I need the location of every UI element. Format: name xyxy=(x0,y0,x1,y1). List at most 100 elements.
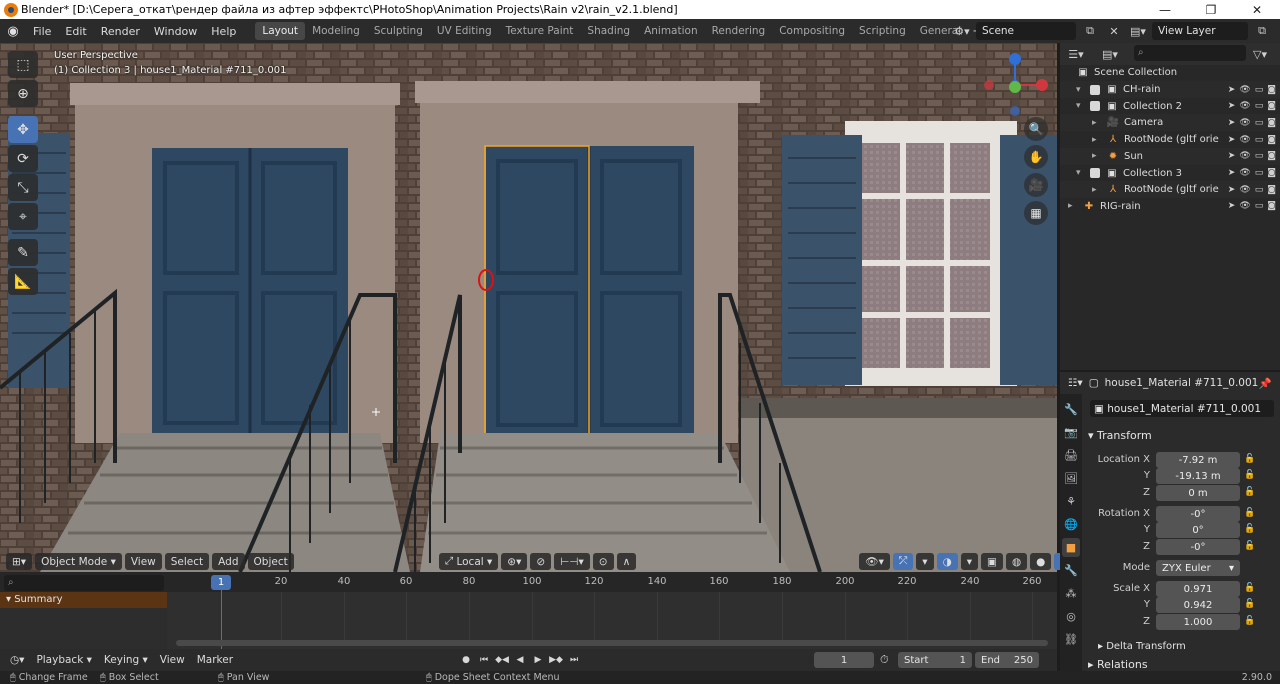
eye-icon[interactable]: 👁 xyxy=(1239,135,1250,145)
display-mode-icon[interactable]: ▤▾ xyxy=(1100,45,1120,63)
close-button[interactable]: ✕ xyxy=(1234,0,1280,19)
play-reverse-icon[interactable]: ◀ xyxy=(512,653,528,667)
tab-uv-editing[interactable]: UV Editing xyxy=(430,22,499,40)
disclosure-arrow-icon[interactable]: ▸ xyxy=(1092,135,1102,145)
timeline-search-input[interactable]: ⌕ xyxy=(4,575,164,591)
tab-layout[interactable]: Layout xyxy=(255,22,306,40)
disclosure-arrow-icon[interactable]: ▾ xyxy=(1076,168,1086,178)
eye-icon[interactable]: 👁 xyxy=(1239,85,1250,95)
next-keyframe-icon[interactable]: ▶◆ xyxy=(548,653,564,667)
scale-y-lock-icon[interactable]: 🔓 xyxy=(1244,599,1255,609)
disclosure-arrow-icon[interactable]: ▸ xyxy=(1092,118,1102,128)
exclude-checkbox[interactable] xyxy=(1090,101,1100,112)
camera-render-icon[interactable]: ◙ xyxy=(1267,201,1276,211)
viewport-disable-icon[interactable]: ▭ xyxy=(1255,85,1264,95)
cursor-tool-icon[interactable]: ⊕ xyxy=(8,80,38,107)
pin-icon[interactable]: 📌 xyxy=(1259,377,1272,390)
tab-sculpting[interactable]: Sculpting xyxy=(367,22,430,40)
outliner-row[interactable]: ▸ ⅄ RootNode (gltf orie ➤ 👁 ▭ ◙ xyxy=(1060,181,1280,199)
prev-keyframe-icon[interactable]: ◆◀ xyxy=(494,653,510,667)
select-arrow-icon[interactable]: ➤ xyxy=(1228,135,1236,145)
measure-tool-icon[interactable]: 📐 xyxy=(8,268,38,295)
exclude-checkbox[interactable] xyxy=(1090,84,1100,95)
eye-icon[interactable]: 👁 xyxy=(1239,118,1250,128)
exclude-checkbox[interactable] xyxy=(1090,168,1100,178)
outliner-search-input[interactable]: ⌕ xyxy=(1134,45,1246,61)
select-arrow-icon[interactable]: ➤ xyxy=(1228,185,1236,195)
rotation-y-field[interactable]: 0° xyxy=(1156,522,1240,538)
select-arrow-icon[interactable]: ➤ xyxy=(1228,201,1236,211)
auto-key-icon[interactable]: ● xyxy=(458,653,474,667)
snap-settings-icon[interactable]: ⊢⊣▾ xyxy=(554,553,590,570)
3d-viewport[interactable]: User Perspective (1) Collection 3 | hous… xyxy=(0,43,1057,572)
camera-render-icon[interactable]: ◙ xyxy=(1267,118,1276,128)
select-menu[interactable]: Select xyxy=(164,553,210,570)
constraints-tab-icon[interactable]: ⛓ xyxy=(1062,630,1080,649)
disclosure-arrow-icon[interactable]: ▸ xyxy=(1092,185,1102,195)
eye-icon[interactable]: 👁 xyxy=(1239,151,1250,161)
viewport-disable-icon[interactable]: ▭ xyxy=(1255,201,1264,211)
timeline-view-menu[interactable]: View xyxy=(154,654,191,666)
select-arrow-icon[interactable]: ➤ xyxy=(1228,101,1236,111)
camera-render-icon[interactable]: ◙ xyxy=(1267,185,1276,195)
outliner-editor-type-icon[interactable]: ☰▾ xyxy=(1066,45,1086,63)
disclosure-arrow-icon[interactable]: ▾ xyxy=(1076,101,1086,111)
outliner-row[interactable]: ▾ ▣ CH-rain ➤ 👁 ▭ ◙ xyxy=(1060,81,1280,98)
menu-edit[interactable]: Edit xyxy=(58,25,93,38)
camera-render-icon[interactable]: ◙ xyxy=(1267,101,1276,111)
end-frame-field[interactable]: End 250 xyxy=(975,652,1039,668)
tab-shading[interactable]: Shading xyxy=(580,22,637,40)
minimize-button[interactable]: — xyxy=(1142,0,1188,19)
gizmo-dropdown-icon[interactable]: ▾ xyxy=(916,553,934,570)
transform-tool-icon[interactable]: ⌖ xyxy=(8,203,38,230)
outliner-row[interactable]: ▸ ⅄ RootNode (gltf orie ➤ 👁 ▭ ◙ xyxy=(1060,131,1280,148)
snap-icon[interactable]: ⊘ xyxy=(530,553,552,570)
location-x-field[interactable]: -7.92 m xyxy=(1156,452,1240,468)
shading-wireframe-icon[interactable]: ◍ xyxy=(1005,553,1028,570)
scale-x-lock-icon[interactable]: 🔓 xyxy=(1244,583,1255,593)
current-frame-field[interactable]: 1 xyxy=(814,652,874,668)
pivot-icon[interactable]: ⊛▾ xyxy=(501,553,528,570)
add-menu[interactable]: Add xyxy=(212,553,245,570)
marker-menu[interactable]: Marker xyxy=(191,654,239,666)
tool-tab-icon[interactable]: 🔧 xyxy=(1062,400,1080,419)
rotation-mode-dropdown[interactable]: ZYX Euler ▾ xyxy=(1156,560,1240,576)
delete-view-layer-icon[interactable]: ✕ xyxy=(1276,22,1280,40)
falloff-icon[interactable]: ∧ xyxy=(616,553,637,570)
tab-modeling[interactable]: Modeling xyxy=(305,22,367,40)
scale-tool-icon[interactable]: ⤡ xyxy=(8,174,38,201)
location-y-lock-icon[interactable]: 🔓 xyxy=(1244,470,1255,480)
keying-menu[interactable]: Keying ▾ xyxy=(98,654,154,666)
new-view-layer-icon[interactable]: ⧉ xyxy=(1252,22,1272,40)
scale-x-field[interactable]: 0.971 xyxy=(1156,581,1240,597)
disclosure-arrow-icon[interactable]: ▸ xyxy=(1068,201,1078,211)
location-z-lock-icon[interactable]: 🔓 xyxy=(1244,487,1255,497)
object-name-field[interactable]: ▣ house1_Material #711_0.001 xyxy=(1090,400,1274,417)
viewport-disable-icon[interactable]: ▭ xyxy=(1255,185,1264,195)
select-arrow-icon[interactable]: ➤ xyxy=(1228,118,1236,128)
viewport-disable-icon[interactable]: ▭ xyxy=(1255,168,1264,178)
visibility-icon[interactable]: 👁▾ xyxy=(859,553,890,570)
relations-panel-header[interactable]: ▸ Relations xyxy=(1088,657,1276,671)
select-box-tool-icon[interactable]: ⬚ xyxy=(8,51,38,78)
select-arrow-icon[interactable]: ➤ xyxy=(1228,151,1236,161)
menu-help[interactable]: Help xyxy=(204,25,243,38)
annotate-tool-icon[interactable]: ✎ xyxy=(8,239,38,266)
ortho-grid-icon[interactable]: ▦ xyxy=(1024,201,1048,225)
outliner-row[interactable]: ▸ ✹ Sun ➤ 👁 ▭ ◙ xyxy=(1060,147,1280,165)
transform-orientation-dropdown[interactable]: ⤢ Local ▾ xyxy=(438,553,499,570)
viewport-disable-icon[interactable]: ▭ xyxy=(1255,135,1264,145)
rotate-tool-icon[interactable]: ⟳ xyxy=(8,145,38,172)
rotation-x-field[interactable]: -0° xyxy=(1156,506,1240,522)
location-z-field[interactable]: 0 m xyxy=(1156,485,1240,501)
view-layer-icon[interactable]: ▤▾ xyxy=(1128,22,1148,40)
viewport-disable-icon[interactable]: ▭ xyxy=(1255,101,1264,111)
menu-window[interactable]: Window xyxy=(147,25,204,38)
tab-rendering[interactable]: Rendering xyxy=(705,22,773,40)
play-icon[interactable]: ▶ xyxy=(530,653,546,667)
eye-icon[interactable]: 👁 xyxy=(1239,168,1250,178)
menu-file[interactable]: File xyxy=(26,25,58,38)
filter-icon[interactable]: ▽▾ xyxy=(1250,45,1270,63)
tab-compositing[interactable]: Compositing xyxy=(772,22,852,40)
view-layer-field[interactable]: View Layer xyxy=(1152,22,1248,40)
